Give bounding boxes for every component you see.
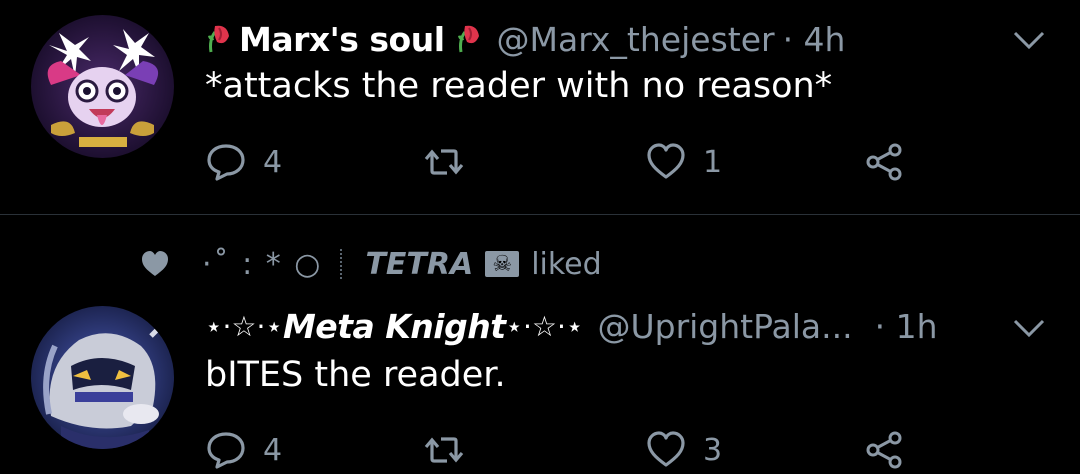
heart-outline-icon — [647, 431, 685, 467]
avatar[interactable] — [31, 15, 174, 158]
tweet-actions: 4 3 — [205, 425, 925, 474]
timestamp[interactable]: · 1h — [875, 307, 938, 346]
like-button[interactable]: 1 — [645, 137, 722, 187]
retweet-icon — [424, 149, 464, 175]
like-button[interactable]: 3 — [645, 425, 722, 474]
name-decoration: ⋆·☆·⋆ — [505, 309, 584, 343]
timeline: Marx's soul @Marx_thejester · 4h *attack… — [0, 0, 1080, 474]
reply-count: 4 — [263, 144, 283, 180]
handle[interactable]: @UprightPala... — [597, 307, 852, 346]
liked-by-name[interactable]: TETRA — [365, 247, 473, 282]
retweet-icon — [424, 437, 464, 463]
chevron-down-icon[interactable] — [1012, 318, 1046, 338]
reply-button[interactable]: 4 — [205, 137, 282, 187]
tweet-text: bITES the reader. — [205, 355, 506, 395]
like-count: 3 — [703, 432, 723, 468]
display-name[interactable]: Meta Knight — [283, 307, 506, 346]
reply-bubble-icon — [207, 144, 245, 181]
share-icon — [866, 143, 902, 181]
chevron-down-icon[interactable] — [1012, 30, 1046, 50]
share-icon — [866, 431, 902, 469]
name-decoration: ⋆·☆·⋆ — [205, 309, 283, 343]
tweet-header: Marx's soul @Marx_thejester · 4h — [205, 14, 845, 64]
wilted-rose-icon — [457, 25, 479, 53]
timestamp[interactable]: · 4h — [783, 20, 846, 59]
handle[interactable]: @Marx_thejester — [497, 20, 775, 59]
heart-outline-icon — [647, 143, 685, 179]
reply-count: 4 — [263, 432, 283, 468]
tweet-meta-knight[interactable]: ·˚ : * ○ TETRA ☠ liked ⋆·☆·⋆ Meta Knight… — [0, 215, 1080, 474]
tweet-header: ⋆·☆·⋆ Meta Knight ⋆·☆·⋆ @UprightPala... … — [205, 301, 938, 351]
reply-button[interactable]: 4 — [205, 425, 282, 474]
social-context: ·˚ : * ○ TETRA ☠ liked — [140, 242, 602, 286]
reply-bubble-icon — [207, 432, 245, 469]
retweet-button[interactable] — [423, 137, 481, 187]
display-name[interactable]: Marx's soul — [239, 20, 445, 59]
tweet-text: *attacks the reader with no reason* — [205, 66, 833, 106]
avatar[interactable] — [31, 306, 174, 449]
retweet-button[interactable] — [423, 425, 481, 474]
liked-by-decoration: ·˚ : * ○ — [202, 246, 323, 282]
skull-crossbones-icon: ☠ — [485, 251, 520, 277]
wilted-rose-icon — [208, 25, 229, 53]
share-button[interactable] — [863, 137, 905, 187]
liked-label: liked — [531, 246, 602, 282]
like-count: 1 — [703, 144, 723, 180]
heart-filled-icon — [142, 251, 168, 276]
tweet-marx[interactable]: Marx's soul @Marx_thejester · 4h *attack… — [0, 0, 1080, 214]
tweet-actions: 4 1 — [205, 137, 925, 187]
share-button[interactable] — [863, 425, 905, 474]
separator — [340, 249, 343, 279]
